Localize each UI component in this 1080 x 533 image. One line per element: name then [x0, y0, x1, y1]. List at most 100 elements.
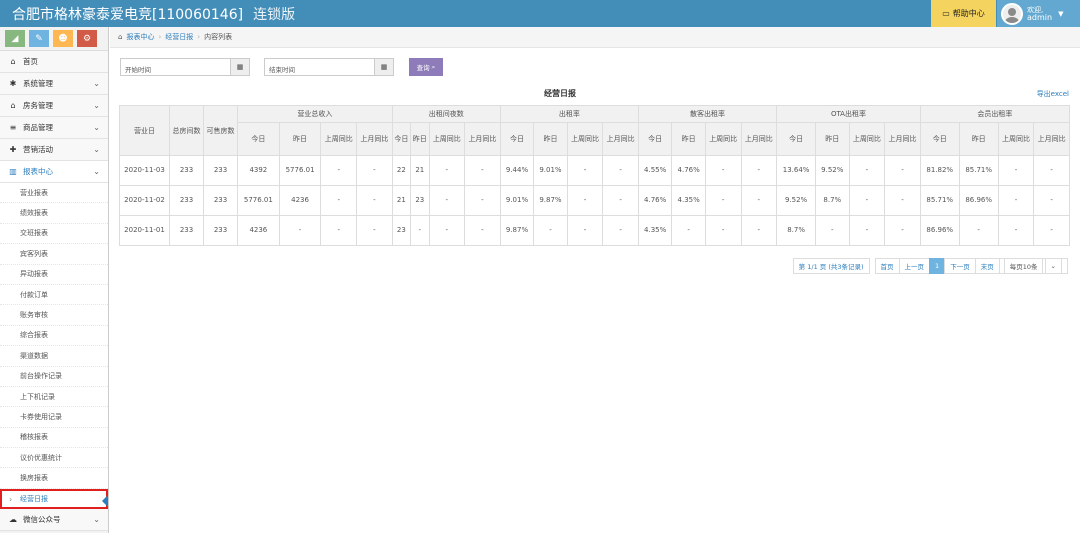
col-sub-header: 上周同比 [704, 122, 742, 156]
col-group-header: 会员出租率 [919, 105, 1071, 123]
current-page-button[interactable]: 1 [929, 258, 946, 274]
cell-total-rooms: 233 [169, 155, 204, 186]
col-group-header: OTA出租率 [776, 105, 921, 123]
submenu-item-daily-report[interactable]: 经营日报 [0, 488, 108, 510]
submenu-item[interactable]: 稽核报表 [0, 428, 108, 449]
last-page-button[interactable]: 末页 [974, 258, 1000, 274]
submenu-item[interactable]: 上下机记录 [0, 387, 108, 408]
table-cell: 4.35% [671, 185, 706, 216]
query-label: 查询 [416, 64, 430, 72]
submenu-item[interactable]: 付款订单 [0, 285, 108, 306]
help-center-button[interactable]: ▭ 帮助中心 [931, 0, 996, 27]
sidebar-item-goods[interactable]: ≡ 商品管理 ⌄ [0, 117, 108, 139]
sidebar-item-wechat[interactable]: ☁ 微信公众号 ⌄ [0, 509, 108, 532]
end-date-field[interactable]: 结束时间 ▦ [264, 58, 394, 76]
chart-shortcut-icon[interactable]: ◢ [5, 30, 25, 47]
start-date-field[interactable]: 开始时间 ▦ [120, 58, 250, 76]
table-cell: 13.64% [776, 155, 817, 186]
page-size-select[interactable]: 每页10条 ⌄ [998, 258, 1068, 274]
cell-date: 2020-11-02 [119, 185, 170, 216]
table-cell: - [848, 155, 886, 186]
table-cell: - [848, 215, 886, 246]
chevron-down-icon: ⌄ [93, 515, 100, 525]
table-cell: 9.52% [815, 155, 850, 186]
start-date-placeholder[interactable]: 开始时间 [121, 59, 230, 75]
breadcrumb-separator: › [158, 33, 162, 41]
home-icon[interactable]: ⌂ [118, 33, 122, 41]
col-sub-header: 上月同比 [602, 122, 639, 156]
building-icon: ⌂ [10, 101, 16, 110]
submenu-item[interactable]: 综合报表 [0, 326, 108, 347]
export-excel-link[interactable]: 导出excel [1037, 89, 1069, 99]
cell-total-rooms: 233 [169, 185, 204, 216]
table-cell: 4392 [237, 155, 280, 186]
col-sub-header: 昨日 [815, 122, 850, 156]
cogs-shortcut-icon[interactable]: ⚙ [77, 30, 97, 47]
submenu-item[interactable]: 卡券使用记录 [0, 407, 108, 428]
col-group-header: 营业总收入 [237, 105, 393, 123]
sub-header-row: 今日 昨日 上周同比 上月同比 今日 昨日 上周同比 上月同比 今日 昨日 上周同比 上月同比 今日 昨日… [120, 122, 1070, 156]
sidebar-item-rooms[interactable]: ⌂ 房务管理 ⌄ [0, 95, 108, 117]
prev-page-button[interactable]: 上一页 [898, 258, 931, 274]
table-cell: 9.44% [499, 155, 535, 186]
table-cell: - [1033, 155, 1070, 186]
table-cell: - [464, 155, 501, 186]
avatar [1001, 2, 1023, 25]
col-header-total-rooms: 总房间数 [169, 105, 204, 156]
table-cell: - [997, 185, 1035, 216]
table-cell: 9.01% [533, 155, 568, 186]
table-cell: - [320, 155, 358, 186]
submenu-item[interactable]: 账务审核 [0, 305, 108, 326]
submenu-item[interactable]: 前台操作记录 [0, 367, 108, 387]
table-cell: - [428, 155, 466, 186]
table-cell: - [884, 155, 921, 186]
sidebar-item-home[interactable]: ⌂ 首页 [0, 51, 108, 73]
calendar-icon[interactable]: ▦ [374, 59, 393, 75]
shortcut-bar: ◢ ✎ ☻ ⚙ [0, 27, 108, 51]
col-sub-header: 昨日 [671, 122, 706, 156]
submenu-item[interactable]: 交班报表 [0, 224, 108, 245]
search-icon: ⌕ [431, 62, 436, 71]
top-navbar: 合肥市格林豪泰爱电竞[110060146] 连锁版 ▭ 帮助中心 欢迎, admi… [0, 0, 1080, 27]
col-sub-header: 昨日 [958, 122, 999, 156]
edition-label: 连锁版 [253, 7, 296, 23]
breadcrumb-link[interactable]: 报表中心 [126, 32, 154, 42]
sidebar-item-system[interactable]: ✱ 系统管理 ⌄ [0, 73, 108, 95]
table-cell: 4236 [278, 185, 322, 216]
col-sub-header: 上月同比 [740, 122, 778, 156]
submenu-item[interactable]: 绩效报表 [0, 203, 108, 224]
hotel-name: 合肥市格林豪泰爱电竞[110060146] [12, 7, 244, 23]
submenu-item[interactable]: 议价优惠统计 [0, 448, 108, 469]
table-cell: - [997, 155, 1035, 186]
users-shortcut-icon[interactable]: ☻ [53, 30, 73, 47]
table-cell: - [566, 155, 604, 186]
cell-sellable: 233 [203, 185, 238, 216]
submenu-item[interactable]: 换房报表 [0, 468, 108, 489]
pencil-shortcut-icon[interactable]: ✎ [29, 30, 49, 47]
table-cell: 86.96% [958, 185, 999, 216]
query-button[interactable]: 查询 ⌕ [409, 58, 443, 76]
next-page-button[interactable]: 下一页 [944, 258, 976, 274]
submenu-item[interactable]: 营业报表 [0, 183, 108, 204]
table-cell: 9.52% [776, 185, 817, 216]
submenu-item[interactable]: 渠道数据 [0, 346, 108, 367]
calendar-icon[interactable]: ▦ [230, 59, 249, 75]
end-date-placeholder[interactable]: 结束时间 [265, 59, 374, 75]
table-cell: - [1033, 215, 1070, 246]
table-cell: - [356, 215, 393, 246]
first-page-button[interactable]: 首页 [874, 258, 900, 274]
col-sub-header: 今日 [391, 122, 412, 156]
submenu-item[interactable]: 宾客列表 [0, 244, 108, 265]
table-cell: 85.71% [958, 155, 999, 186]
table-cell: - [533, 215, 568, 246]
cloud-icon: ☁ [9, 515, 17, 525]
sidebar-item-reports[interactable]: ▥ 报表中心 ⌄ [0, 161, 108, 183]
sidebar-item-marketing[interactable]: ✚ 营销活动 ⌄ [0, 139, 108, 161]
page-size-label: 每页10条 [1003, 258, 1044, 274]
table-cell: - [704, 185, 742, 216]
table-cell: 81.82% [919, 155, 960, 186]
submenu-item[interactable]: 异动报表 [0, 265, 108, 285]
breadcrumb-link[interactable]: 经营日报 [165, 32, 193, 42]
user-menu[interactable]: 欢迎, admin ▼ [997, 0, 1080, 27]
table-cell: 4.76% [637, 185, 673, 216]
